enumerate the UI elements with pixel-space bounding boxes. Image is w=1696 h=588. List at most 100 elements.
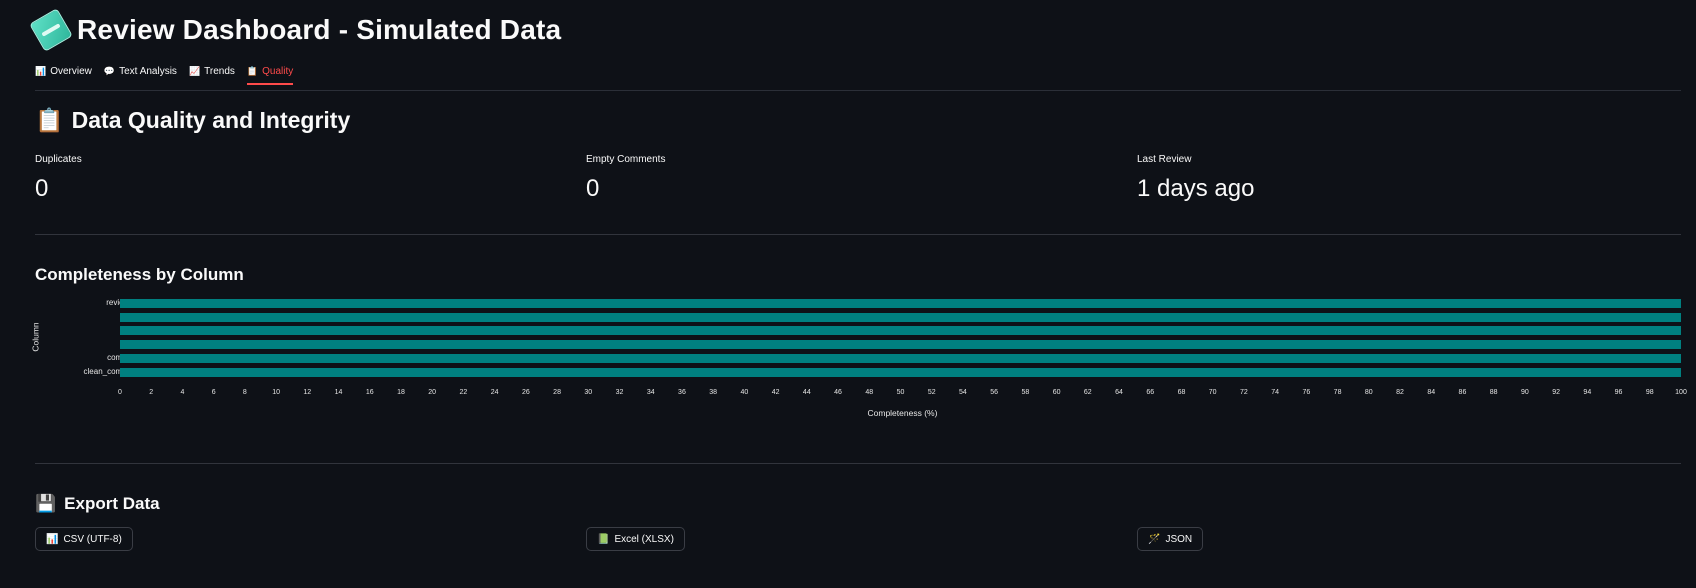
metric-label: Duplicates: [35, 154, 82, 165]
x-tick-label: 92: [1552, 389, 1561, 396]
x-tick-label: 96: [1614, 389, 1623, 396]
x-tick-label: 12: [303, 389, 312, 396]
x-tick-label: 28: [553, 389, 561, 396]
x-tick-label: 84: [1427, 389, 1436, 396]
tab-label: Overview: [50, 66, 92, 77]
metric-last-review: Last Review 1 days ago: [1137, 154, 1254, 203]
completeness-bar[interactable]: [120, 299, 1681, 308]
tab-label: Text Analysis: [119, 66, 177, 77]
x-tick-label: 36: [678, 389, 686, 396]
x-tick-label: 54: [959, 389, 967, 396]
x-tick-label: 60: [1052, 389, 1061, 396]
x-tick-label: 82: [1396, 389, 1404, 396]
tab-trends[interactable]: 📈 Trends: [189, 66, 235, 85]
metric-duplicates: Duplicates 0: [35, 154, 82, 203]
x-tick-label: 88: [1489, 389, 1498, 396]
bar-chart-icon: 📊: [35, 66, 47, 76]
completeness-bar[interactable]: [120, 340, 1681, 350]
clipboard-icon: 📋: [35, 107, 64, 133]
x-tick-label: 10: [272, 389, 280, 396]
x-tick-label: 100: [1675, 389, 1687, 396]
x-tick-label: 56: [990, 389, 999, 396]
speech-bubble-icon: 💬: [103, 66, 116, 76]
x-tick-label: 34: [646, 389, 655, 396]
x-tick-label: 6: [211, 389, 216, 396]
clipboard-icon: 📋: [246, 66, 259, 76]
section-divider: [35, 234, 1681, 235]
quality-header: 📋 Data Quality and Integrity: [35, 107, 350, 134]
x-tick-label: 98: [1645, 389, 1654, 396]
x-tick-label: 44: [802, 389, 811, 396]
x-tick-label: 20: [428, 389, 437, 396]
x-tick-label: 80: [1364, 389, 1373, 396]
x-tick-label: 30: [584, 389, 593, 396]
completeness-bar[interactable]: [120, 367, 1681, 377]
x-tick-label: 0: [118, 389, 122, 396]
x-tick-label: 26: [521, 389, 530, 396]
button-label: JSON: [1165, 533, 1193, 545]
x-tick-label: 94: [1583, 389, 1592, 396]
button-label: Excel (XLSX): [614, 533, 674, 545]
x-tick-label: 64: [1115, 389, 1123, 396]
x-tick-label: 48: [865, 389, 874, 396]
y-axis-title: Column: [30, 322, 41, 352]
x-tick-label: 62: [1083, 389, 1092, 396]
csv-export-button[interactable]: 📊 CSV (UTF-8): [35, 527, 133, 551]
bar-chart-icon: 📊: [46, 533, 59, 545]
trend-chart-icon: 📈: [188, 66, 201, 76]
quality-title: Data Quality and Integrity: [71, 107, 351, 133]
x-tick-label: 52: [927, 389, 936, 396]
x-tick-label: 76: [1302, 389, 1311, 396]
export-header: 💾 Export Data: [35, 494, 160, 514]
green-book-icon: 📗: [597, 533, 610, 545]
excel-export-button[interactable]: 📗 Excel (XLSX): [586, 527, 685, 551]
floppy-disk-icon: 💾: [35, 494, 57, 513]
completeness-bar[interactable]: [120, 312, 1681, 322]
x-tick-label: 46: [834, 389, 842, 396]
wand-icon: 🪄: [1148, 533, 1161, 545]
x-tick-label: 8: [242, 389, 247, 396]
x-tick-label: 14: [334, 389, 343, 396]
x-tick-label: 32: [615, 389, 624, 396]
x-tick-label: 58: [1021, 389, 1030, 396]
tab-quality[interactable]: 📋 Quality: [246, 66, 294, 85]
tab-bar: 📊 Overview 💬 Text Analysis 📈 Trends 📋 Qu…: [35, 66, 294, 85]
x-tick-label: 18: [397, 389, 405, 396]
x-tick-label: 16: [365, 389, 374, 396]
x-tick-label: 2: [149, 389, 154, 396]
completeness-bar[interactable]: [120, 326, 1681, 336]
json-export-button[interactable]: 🪄 JSON: [1137, 527, 1204, 551]
button-label: CSV (UTF-8): [63, 533, 122, 545]
export-title: Export Data: [64, 494, 160, 513]
completeness-chart: Column Completeness (%) review_iddateuse…: [31, 292, 1687, 422]
x-tick-label: 22: [459, 389, 468, 396]
ticket-icon: [29, 8, 73, 52]
metric-value: 0: [586, 175, 600, 202]
tab-label: Quality: [262, 66, 294, 77]
tab-overview[interactable]: 📊 Overview: [35, 66, 92, 85]
x-tick-label: 78: [1333, 389, 1342, 396]
metric-value: 1 days ago: [1137, 175, 1255, 202]
metric-label: Last Review: [1137, 154, 1192, 165]
completeness-bar[interactable]: [120, 353, 1681, 363]
metric-empty-comments: Empty Comments 0: [586, 154, 665, 203]
x-tick-label: 90: [1520, 389, 1529, 396]
completeness-header: Completeness by Column: [35, 265, 244, 285]
x-tick-label: 72: [1240, 389, 1248, 396]
x-tick-label: 4: [180, 389, 185, 396]
tab-label: Trends: [204, 66, 235, 77]
x-tick-label: 68: [1177, 389, 1186, 396]
tab-divider: [35, 90, 1681, 91]
page-title: Review Dashboard - Simulated Data: [77, 14, 562, 45]
metric-label: Empty Comments: [586, 154, 666, 165]
x-tick-label: 66: [1146, 389, 1155, 396]
page-header: Review Dashboard - Simulated Data: [29, 8, 562, 52]
x-axis-title: Completeness (%): [867, 408, 938, 418]
tab-text-analysis[interactable]: 💬 Text Analysis: [104, 66, 177, 85]
x-tick-label: 50: [896, 389, 905, 396]
x-tick-label: 40: [740, 389, 749, 396]
x-tick-label: 70: [1208, 389, 1217, 396]
section-divider: [35, 463, 1681, 464]
x-tick-label: 42: [771, 389, 780, 396]
x-tick-label: 38: [709, 389, 718, 396]
